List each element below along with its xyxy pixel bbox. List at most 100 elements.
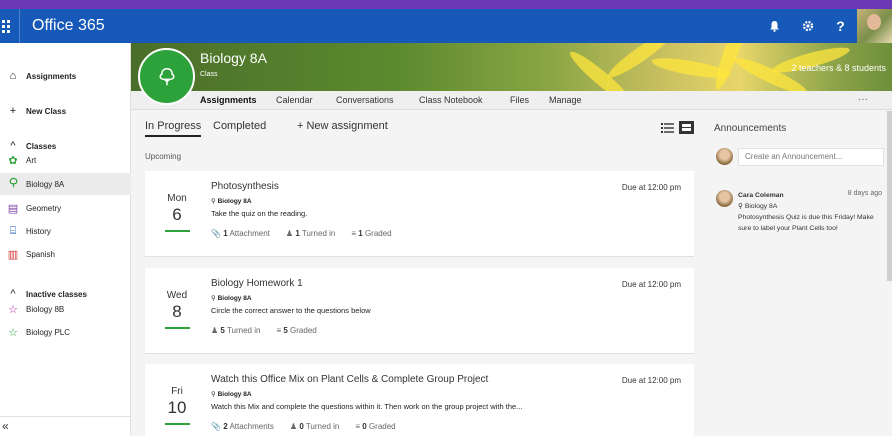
class-member-counts[interactable]: 2 teachers & 8 students — [791, 63, 886, 73]
spanish-class-icon: ▥ — [7, 248, 19, 261]
class-tabs: Assignments Calendar Conversations Class… — [131, 91, 892, 110]
paperclip-icon: 📎 — [211, 422, 221, 431]
graded-count[interactable]: ≡ 0 Graded — [355, 422, 395, 431]
sidebar-item-biology-8b[interactable]: ☆ Biology 8B — [0, 298, 131, 320]
new-assignment-button[interactable]: + New assignment — [297, 120, 388, 132]
star-icon: ☆ — [8, 303, 18, 316]
sidebar-item-label: Geometry — [26, 203, 62, 213]
assignment-stats: ♟ 5 Turned in ≡ 5 Graded — [211, 326, 317, 335]
announcement-class: ⚲ Biology 8A — [738, 203, 778, 210]
attachment-count[interactable]: 📎 2 Attachments — [211, 422, 274, 431]
sidebar-item-assignments[interactable]: ⌂ Assignments — [0, 65, 131, 87]
assignment-card[interactable]: Mon 6 Photosynthesis ⚲ Biology 8A Take t… — [145, 171, 694, 257]
graded-count[interactable]: ≡ 1 Graded — [351, 229, 391, 238]
person-icon: ♟ — [285, 229, 294, 238]
sidebar-item-geometry[interactable]: ▤ Geometry — [0, 197, 131, 219]
assignment-description: Circle the correct answer to the questio… — [211, 306, 371, 315]
due-day: Fri — [171, 386, 183, 397]
announcement-time: 8 days ago — [847, 190, 882, 197]
paperclip-icon: 📎 — [211, 229, 221, 238]
assignment-stats: 📎 2 Attachments ♟ 0 Turned in ≡ 0 Graded — [211, 422, 396, 431]
person-icon: ♟ — [211, 326, 219, 335]
class-logo — [138, 48, 195, 105]
announcements-title: Announcements — [714, 123, 787, 134]
assignment-card[interactable]: Fri 10 Watch this Office Mix on Plant Ce… — [145, 364, 694, 436]
due-time: Due at 12:00 pm — [621, 280, 681, 289]
geometry-class-icon: ▤ — [7, 202, 19, 215]
sidebar-item-art[interactable]: ✿ Art — [0, 149, 131, 171]
turned-in-count[interactable]: ♟ 0 Turned in — [290, 422, 339, 431]
settings-gear-icon[interactable] — [791, 9, 824, 43]
sidebar-item-new-class[interactable]: + New Class — [0, 100, 131, 122]
due-day: Wed — [166, 290, 188, 301]
upcoming-label: Upcoming — [145, 152, 182, 161]
sidebar-item-history[interactable]: ⌸ History — [0, 220, 131, 242]
view-toggle — [660, 121, 694, 134]
sidebar-item-label: Biology PLC — [26, 327, 71, 337]
top-bar: Office 365 ? — [0, 0, 892, 43]
tab-assignments[interactable]: Assignments — [200, 91, 257, 110]
tree-icon — [159, 67, 174, 85]
assignment-class: ⚲ Biology 8A — [211, 391, 252, 398]
assignment-card[interactable]: Wed 8 Biology Homework 1 ⚲ Biology 8A Ci… — [145, 268, 694, 354]
art-class-icon: ✿ — [8, 154, 18, 167]
class-tree-icon: ⚲ — [211, 198, 218, 205]
history-class-icon: ⌸ — [9, 224, 17, 237]
assignment-class: ⚲ Biology 8A — [211, 295, 252, 302]
plus-icon: + — [9, 105, 17, 117]
sidebar-item-label: Biology 8B — [26, 304, 65, 314]
filter-in-progress[interactable]: In Progress — [145, 120, 202, 137]
sidebar-item-label: Spanish — [26, 249, 55, 259]
card-view-icon[interactable] — [679, 121, 694, 134]
attachment-count[interactable]: 📎 1 Attachment — [211, 229, 270, 238]
sidebar-item-label: Assignments — [26, 71, 77, 81]
due-date: 8 — [172, 302, 182, 321]
star-icon: ☆ — [8, 326, 18, 339]
sidebar-item-spanish[interactable]: ▥ Spanish — [0, 243, 131, 265]
list-view-icon[interactable] — [660, 121, 675, 134]
assignment-title[interactable]: Biology Homework 1 — [211, 278, 303, 289]
app-launcher-icon[interactable] — [0, 9, 18, 43]
biology-class-icon — [0, 177, 26, 191]
tab-files[interactable]: Files — [510, 91, 529, 110]
app-name[interactable]: Office 365 — [32, 9, 105, 43]
tab-calendar[interactable]: Calendar — [276, 91, 313, 110]
author-avatar — [716, 190, 733, 207]
tab-conversations[interactable]: Conversations — [336, 91, 394, 110]
class-tree-icon: ⚲ — [211, 391, 218, 398]
announcement-text: Photosynthesis Quiz is due this Friday! … — [738, 214, 874, 232]
tab-class-notebook[interactable]: Class Notebook — [419, 91, 483, 110]
due-time: Due at 12:00 pm — [621, 376, 681, 385]
turned-in-count[interactable]: ♟ 1 Turned in — [286, 229, 335, 238]
sidebar-item-biology-8a[interactable]: Biology 8A — [0, 173, 131, 195]
assignment-title[interactable]: Watch this Office Mix on Plant Cells & C… — [211, 374, 488, 385]
tab-manage[interactable]: Manage — [549, 91, 582, 110]
more-options-icon[interactable]: ··· — [858, 91, 868, 108]
due-date: 6 — [172, 205, 182, 224]
user-avatar[interactable] — [857, 9, 892, 43]
due-day: Mon — [167, 193, 187, 204]
collapse-sidebar-button[interactable]: « — [0, 416, 131, 436]
assignment-title[interactable]: Photosynthesis — [211, 181, 279, 192]
notifications-bell-icon[interactable] — [758, 9, 791, 43]
sidebar-item-label: New Class — [26, 106, 67, 116]
class-tree-icon: ⚲ — [738, 203, 745, 210]
person-icon: ♟ — [289, 422, 298, 431]
filter-completed[interactable]: Completed — [213, 120, 266, 132]
class-type: Class — [200, 71, 218, 78]
scrollbar[interactable] — [887, 111, 892, 281]
create-announcement-input[interactable]: Create an Announcement... — [738, 148, 884, 166]
class-tree-icon: ⚲ — [211, 295, 218, 302]
turned-in-count[interactable]: ♟ 5 Turned in — [211, 326, 260, 335]
assignment-description: Take the quiz on the reading. — [211, 209, 308, 218]
sidebar-item-biology-plc[interactable]: ☆ Biology PLC — [0, 321, 131, 343]
sidebar: ⌂ Assignments + New Class ^ Classes ✿ Ar… — [0, 43, 131, 436]
due-date: 10 — [167, 398, 187, 417]
assignment-stats: 📎 1 Attachment ♟ 1 Turned in ≡ 1 Graded — [211, 229, 392, 238]
due-time: Due at 12:00 pm — [621, 183, 681, 192]
user-avatar — [716, 148, 733, 165]
sidebar-item-label: Art — [26, 155, 37, 165]
graded-count[interactable]: ≡ 5 Graded — [276, 326, 316, 335]
help-button[interactable]: ? — [824, 9, 857, 43]
assignment-description: Watch this Mix and complete the question… — [211, 402, 523, 411]
